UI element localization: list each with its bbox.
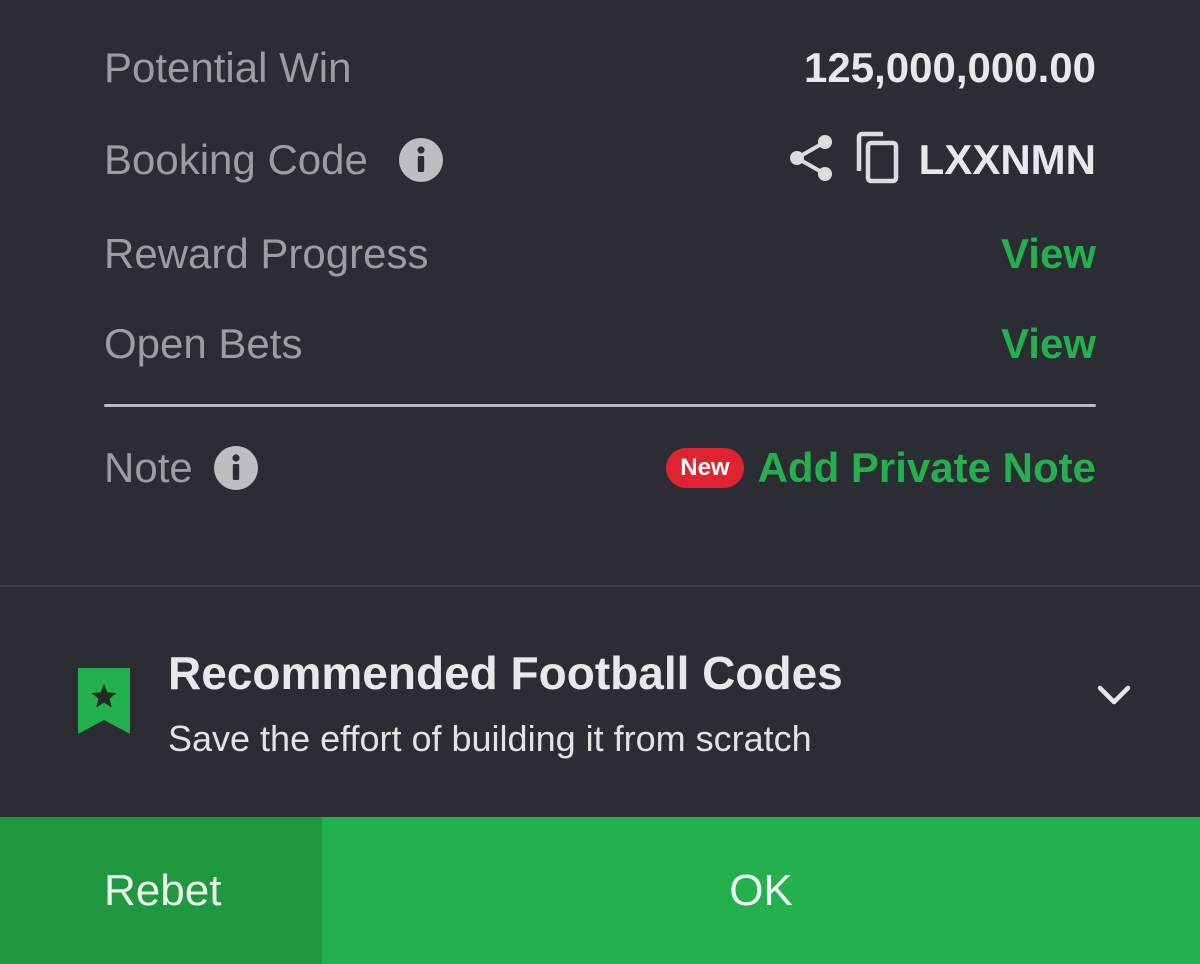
potential-win-row: Potential Win 125,000,000.00 xyxy=(104,38,1096,98)
open-bets-label: Open Bets xyxy=(104,320,303,367)
panel-divider xyxy=(0,585,1200,587)
new-badge: New xyxy=(666,448,744,488)
share-icon[interactable] xyxy=(787,132,835,189)
recommended-codes-subtitle: Save the effort of building it from scra… xyxy=(168,718,812,759)
info-icon[interactable] xyxy=(398,137,444,183)
open-bets-row: Open Bets View xyxy=(104,314,1096,374)
info-icon[interactable] xyxy=(213,445,259,491)
chevron-down-icon[interactable] xyxy=(1096,684,1132,713)
booking-code-value[interactable]: LXXNMN xyxy=(919,136,1096,184)
note-label: Note xyxy=(104,444,193,491)
note-actions: New Add Private Note xyxy=(666,444,1096,492)
booking-code-row: Booking Code LXXNMN xyxy=(104,128,1096,192)
recommended-codes-title: Recommended Football Codes xyxy=(168,647,843,699)
ok-button[interactable]: OK xyxy=(322,817,1200,964)
potential-win-value: 125,000,000.00 xyxy=(804,44,1096,91)
potential-win-label: Potential Win xyxy=(104,44,352,91)
open-bets-view-link[interactable]: View xyxy=(1001,320,1096,368)
reward-progress-view-link[interactable]: View xyxy=(1001,230,1096,278)
copy-icon[interactable] xyxy=(853,131,901,190)
footer-actions: Rebet OK xyxy=(0,817,1200,964)
recommended-codes-section[interactable]: Recommended Football Codes Save the effo… xyxy=(0,620,1200,780)
section-divider xyxy=(104,404,1096,407)
booking-code-label-group: Booking Code xyxy=(104,136,444,184)
rebet-button[interactable]: Rebet xyxy=(0,817,322,964)
note-label-group: Note xyxy=(104,444,259,492)
booking-code-actions: LXXNMN xyxy=(787,131,1096,190)
reward-progress-label: Reward Progress xyxy=(104,230,429,277)
bookmark-star-icon xyxy=(78,668,130,739)
booking-code-label: Booking Code xyxy=(104,136,368,183)
reward-progress-row: Reward Progress View xyxy=(104,224,1096,284)
note-row: Note New Add Private Note xyxy=(104,436,1096,500)
add-private-note-link[interactable]: Add Private Note xyxy=(758,444,1096,492)
